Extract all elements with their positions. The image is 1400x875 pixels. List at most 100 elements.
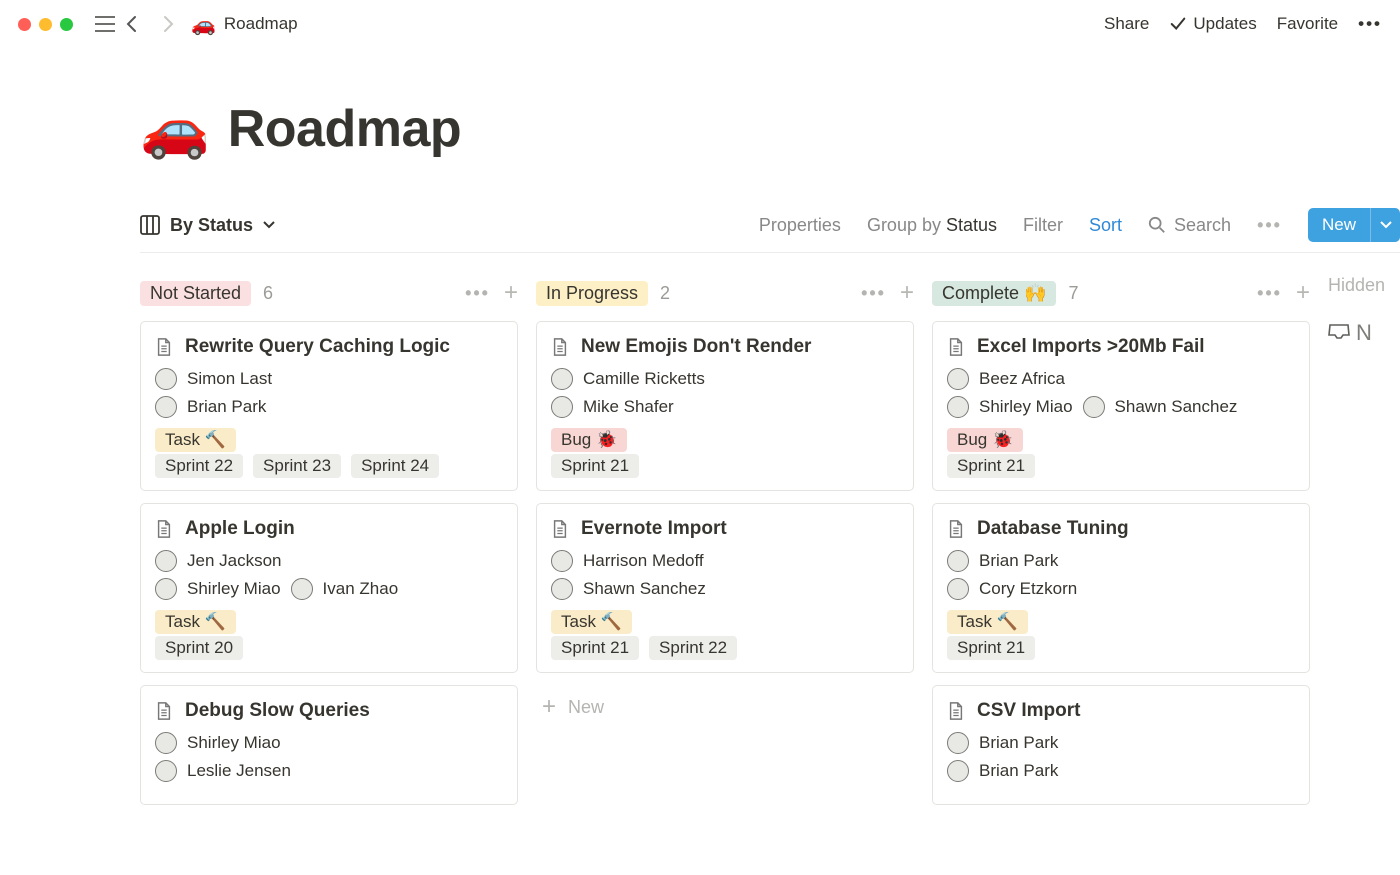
sprint-tag: Sprint 20 bbox=[155, 636, 243, 660]
assignee-name: Jen Jackson bbox=[187, 551, 282, 571]
assignee: Shirley Miao bbox=[155, 732, 281, 754]
status-tag[interactable]: Not Started bbox=[140, 281, 251, 306]
assignee: Harrison Medoff bbox=[551, 550, 704, 572]
inbox-label: N bbox=[1356, 320, 1372, 346]
share-button[interactable]: Share bbox=[1104, 14, 1149, 34]
board-card[interactable]: New Emojis Don't RenderCamille RickettsM… bbox=[536, 321, 914, 491]
page: 🚗 Roadmap By Status Properties Group by … bbox=[0, 48, 1400, 817]
avatar bbox=[155, 578, 177, 600]
assignee-name: Beez Africa bbox=[979, 369, 1065, 389]
assignee-name: Mike Shafer bbox=[583, 397, 674, 417]
minimize-window-button[interactable] bbox=[39, 18, 52, 31]
add-card-label: New bbox=[568, 697, 604, 718]
assignee-name: Shawn Sanchez bbox=[583, 579, 706, 599]
card-title: Evernote Import bbox=[581, 518, 727, 540]
avatar bbox=[947, 550, 969, 572]
hidden-columns[interactable]: HiddenN bbox=[1328, 275, 1400, 817]
forward-button[interactable] bbox=[153, 10, 181, 38]
sort-button[interactable]: Sort bbox=[1089, 215, 1122, 236]
assignee: Simon Last bbox=[155, 368, 272, 390]
avatar bbox=[947, 760, 969, 782]
assignee-name: Shirley Miao bbox=[979, 397, 1073, 417]
column-more-button[interactable]: ••• bbox=[861, 283, 886, 304]
column-add-button[interactable]: + bbox=[1296, 281, 1310, 305]
view-switcher[interactable]: By Status bbox=[140, 215, 275, 236]
board-card[interactable]: Evernote Import Harrison Medoff Shawn Sanc… bbox=[536, 503, 914, 673]
avatar bbox=[551, 368, 573, 390]
back-button[interactable] bbox=[119, 10, 147, 38]
inbox-button[interactable]: N bbox=[1328, 320, 1400, 346]
sprint-tag: Sprint 21 bbox=[551, 636, 639, 660]
assignee: Brian Park bbox=[155, 396, 266, 418]
sprint-tag: Sprint 24 bbox=[351, 454, 439, 478]
board-card[interactable]: Rewrite Query Caching LogicSimon LastBri… bbox=[140, 321, 518, 491]
assignee: Jen Jackson bbox=[155, 550, 282, 572]
type-tag: Task 🔨 bbox=[155, 428, 236, 452]
board-card[interactable]: Debug Slow QueriesShirley MiaoLeslie Jen… bbox=[140, 685, 518, 805]
page-icon bbox=[155, 519, 173, 539]
filter-button[interactable]: Filter bbox=[1023, 215, 1063, 236]
board-column: In Progress2•••+New Emojis Don't RenderC… bbox=[536, 275, 914, 817]
close-window-button[interactable] bbox=[18, 18, 31, 31]
column-header: Not Started6•••+ bbox=[140, 275, 518, 311]
assignee: Shawn Sanchez bbox=[1083, 396, 1238, 418]
column-add-button[interactable]: + bbox=[900, 281, 914, 305]
page-title[interactable]: Roadmap bbox=[228, 99, 461, 159]
updates-button[interactable]: Updates bbox=[1169, 14, 1256, 34]
page-icon bbox=[947, 701, 965, 721]
assignee: Brian Park bbox=[947, 550, 1058, 572]
column-more-button[interactable]: ••• bbox=[465, 283, 490, 304]
topbar: 🚗 Roadmap Share Updates Favorite ••• bbox=[0, 0, 1400, 48]
page-icon bbox=[551, 337, 569, 357]
assignee-name: Camille Ricketts bbox=[583, 369, 705, 389]
assignee-name: Brian Park bbox=[187, 397, 266, 417]
assignee: Brian Park bbox=[947, 732, 1058, 754]
board-card[interactable]: Apple LoginJen JacksonShirley MiaoIvan Z… bbox=[140, 503, 518, 673]
board-card[interactable]: CSV Import Brian Park Brian Park bbox=[932, 685, 1310, 805]
page-icon bbox=[155, 337, 173, 357]
page-icon[interactable]: 🚗 bbox=[140, 96, 210, 162]
assignee-name: Brian Park bbox=[979, 733, 1058, 753]
card-title: Apple Login bbox=[185, 518, 295, 540]
type-tag: Task 🔨 bbox=[947, 610, 1028, 634]
board-card[interactable]: Excel Imports >20Mb Fail Beez Africa Shirl… bbox=[932, 321, 1310, 491]
sprint-tag: Sprint 23 bbox=[253, 454, 341, 478]
column-header: In Progress2•••+ bbox=[536, 275, 914, 311]
assignee: Ivan Zhao bbox=[291, 578, 399, 600]
view-more-button[interactable]: ••• bbox=[1257, 215, 1282, 236]
avatar bbox=[155, 396, 177, 418]
assignee-name: Ivan Zhao bbox=[323, 579, 399, 599]
view-controls: By Status Properties Group by Status Fil… bbox=[140, 208, 1400, 253]
column-more-button[interactable]: ••• bbox=[1257, 283, 1282, 304]
add-card-button[interactable]: +New bbox=[536, 685, 914, 729]
avatar bbox=[155, 732, 177, 754]
properties-button[interactable]: Properties bbox=[759, 215, 841, 236]
assignee: Brian Park bbox=[947, 760, 1058, 782]
avatar bbox=[947, 368, 969, 390]
status-tag[interactable]: Complete 🙌 bbox=[932, 281, 1056, 306]
new-button[interactable]: New bbox=[1308, 208, 1400, 242]
new-button-dropdown[interactable] bbox=[1370, 208, 1400, 242]
chevron-down-icon bbox=[1380, 221, 1392, 229]
more-menu-button[interactable]: ••• bbox=[1358, 14, 1382, 34]
card-title: Excel Imports >20Mb Fail bbox=[977, 336, 1205, 358]
card-title: CSV Import bbox=[977, 700, 1080, 722]
column-count: 7 bbox=[1068, 283, 1078, 304]
avatar bbox=[551, 578, 573, 600]
window-controls bbox=[18, 18, 73, 31]
search-button[interactable]: Search bbox=[1148, 215, 1231, 236]
hamburger-icon[interactable] bbox=[91, 10, 119, 38]
sprint-tag: Sprint 22 bbox=[649, 636, 737, 660]
sprint-tag: Sprint 22 bbox=[155, 454, 243, 478]
status-tag[interactable]: In Progress bbox=[536, 281, 648, 306]
breadcrumb[interactable]: 🚗 Roadmap bbox=[191, 12, 298, 37]
favorite-button[interactable]: Favorite bbox=[1277, 14, 1338, 34]
card-title: Database Tuning bbox=[977, 518, 1129, 540]
page-icon bbox=[947, 519, 965, 539]
zoom-window-button[interactable] bbox=[60, 18, 73, 31]
group-by-button[interactable]: Group by Status bbox=[867, 215, 997, 236]
page-icon bbox=[551, 519, 569, 539]
column-add-button[interactable]: + bbox=[504, 281, 518, 305]
board-icon bbox=[140, 215, 160, 235]
board-card[interactable]: Database TuningBrian ParkCory EtzkornTas… bbox=[932, 503, 1310, 673]
